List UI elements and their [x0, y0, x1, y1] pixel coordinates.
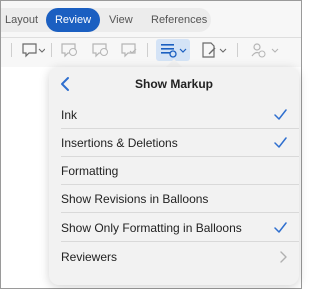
- resolve-comment-icon: [121, 43, 137, 58]
- next-comment-icon: [92, 43, 108, 58]
- row-divider: [61, 212, 299, 213]
- checkmark-icon: [274, 137, 287, 148]
- popover-title: Show Markup: [134, 77, 213, 91]
- show-markup-icon: [161, 44, 187, 58]
- toolbar-divider: [1, 37, 301, 38]
- menu-item-ink[interactable]: Ink: [49, 101, 299, 129]
- show-markup-popover: Show Markup Ink Insertions & Deletions F…: [49, 67, 299, 285]
- menu-item-label: Formatting: [61, 164, 119, 178]
- next-comment-button[interactable]: [90, 40, 110, 60]
- toolbar-separator: [237, 43, 238, 57]
- menu-item-reviewers[interactable]: Reviewers: [49, 243, 299, 271]
- checkmark-icon: [274, 222, 287, 233]
- menu-item-label: Show Revisions in Balloons: [61, 192, 209, 206]
- menu-item-show-only-formatting-in-balloons[interactable]: Show Only Formatting in Balloons: [49, 214, 299, 242]
- reviewer-icon: [251, 43, 279, 58]
- tab-layout[interactable]: Layout: [5, 8, 38, 32]
- tab-references[interactable]: References: [151, 8, 207, 32]
- show-markup-button[interactable]: [156, 39, 190, 61]
- tab-view[interactable]: View: [109, 8, 133, 32]
- checkmark-icon: [274, 109, 287, 120]
- reviewer-button[interactable]: [249, 40, 283, 60]
- row-divider: [61, 241, 299, 242]
- menu-item-label: Ink: [61, 108, 78, 122]
- prev-comment-icon: [61, 43, 77, 58]
- new-comment-button[interactable]: [21, 40, 45, 60]
- previous-comment-button[interactable]: [59, 40, 79, 60]
- menu-item-formatting[interactable]: Formatting: [49, 157, 299, 185]
- menu-item-label: Show Only Formatting in Balloons: [61, 221, 242, 235]
- tab-review[interactable]: Review: [46, 8, 100, 32]
- popover-header: Show Markup: [49, 67, 299, 101]
- toolbar-separator: [51, 43, 52, 57]
- menu-item-insertions-deletions[interactable]: Insertions & Deletions: [49, 129, 299, 157]
- track-changes-icon: [202, 42, 227, 58]
- ribbon-tabs: Layout Review View References: [1, 8, 211, 32]
- menu-item-label: Reviewers: [61, 250, 118, 264]
- comment-icon: [22, 43, 45, 58]
- toolbar-separator: [147, 43, 148, 57]
- toolbar-separator: [11, 43, 12, 57]
- menu-item-label: Insertions & Deletions: [61, 136, 178, 150]
- resolve-comment-button[interactable]: [119, 40, 139, 60]
- track-changes-button[interactable]: [199, 40, 227, 60]
- ribbon: Layout Review View References: [1, 1, 301, 67]
- chevron-right-icon: [280, 251, 287, 263]
- menu-item-show-revisions-in-balloons[interactable]: Show Revisions in Balloons: [49, 185, 299, 213]
